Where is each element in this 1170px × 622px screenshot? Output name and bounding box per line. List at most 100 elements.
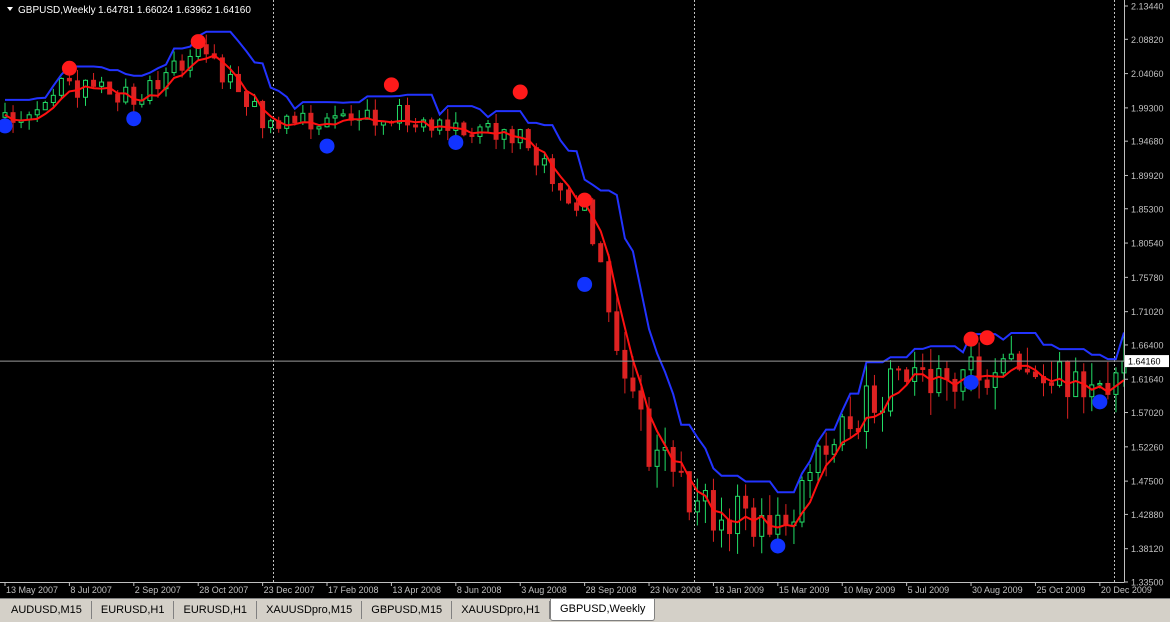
candle-body bbox=[896, 368, 902, 371]
peak-marker bbox=[61, 60, 77, 76]
candle-body bbox=[598, 243, 604, 263]
time-tick-label: 17 Feb 2008 bbox=[328, 585, 379, 595]
candle-body bbox=[1073, 371, 1079, 398]
time-tick-label: 13 May 2007 bbox=[6, 585, 58, 595]
current-price-label: 1.64160 bbox=[1128, 357, 1161, 367]
candle-body bbox=[871, 385, 877, 413]
time-tick-label: 2 Sep 2007 bbox=[135, 585, 181, 595]
candle-body bbox=[743, 495, 749, 509]
chart-tab-xauusdpro-h1[interactable]: XAUUSDpro,H1 bbox=[452, 601, 551, 619]
trough-marker bbox=[770, 538, 786, 554]
trough-marker bbox=[448, 134, 464, 150]
candle-body bbox=[203, 44, 209, 55]
price-tick-label: 1.61640 bbox=[1131, 375, 1164, 385]
peak-marker bbox=[512, 84, 528, 100]
candle-body bbox=[66, 77, 72, 82]
candle-body bbox=[557, 183, 563, 191]
candle-body bbox=[1057, 361, 1063, 386]
candle-body bbox=[888, 368, 894, 412]
candle-body bbox=[147, 80, 153, 101]
candle-body bbox=[155, 80, 161, 90]
candle-body bbox=[10, 112, 16, 123]
time-tick-label: 23 Nov 2008 bbox=[650, 585, 701, 595]
time-tick-label: 8 Jul 2007 bbox=[70, 585, 112, 595]
candle-body bbox=[1089, 384, 1095, 398]
time-tick-label: 3 Aug 2008 bbox=[521, 585, 567, 595]
candle-body bbox=[1065, 361, 1071, 398]
candle-body bbox=[574, 202, 580, 211]
candle-body bbox=[863, 385, 869, 432]
price-tick-label: 1.80540 bbox=[1131, 239, 1164, 249]
trough-marker bbox=[963, 374, 979, 390]
candle-body bbox=[1113, 372, 1119, 395]
price-tick-label: 1.89920 bbox=[1131, 171, 1164, 181]
price-tick-label: 1.99300 bbox=[1131, 103, 1164, 113]
price-chart[interactable]: 2.13440 2.08820 2.04060 1.99300 1.94680 1.899… bbox=[0, 0, 1170, 598]
candle-body bbox=[718, 519, 724, 531]
trough-marker bbox=[319, 138, 335, 154]
trough-marker bbox=[577, 276, 593, 292]
chart-tab-gbpusd-m15[interactable]: GBPUSD,M15 bbox=[362, 601, 453, 619]
price-tick-label: 1.47500 bbox=[1131, 477, 1164, 487]
peak-marker bbox=[383, 77, 399, 93]
price-tick-label: 2.04060 bbox=[1131, 69, 1164, 79]
candle-body bbox=[252, 100, 258, 107]
chart-tab-xauusdpro-m15[interactable]: XAUUSDpro,M15 bbox=[257, 601, 363, 619]
band-markers bbox=[0, 34, 1108, 554]
candle-body bbox=[485, 122, 491, 128]
candle-body bbox=[517, 129, 523, 144]
candle-body bbox=[590, 199, 596, 245]
candle-body bbox=[300, 112, 306, 124]
time-tick-label: 28 Sep 2008 bbox=[586, 585, 637, 595]
candle-body bbox=[775, 514, 781, 535]
candle-body bbox=[823, 445, 829, 455]
candle-body bbox=[50, 94, 56, 103]
price-tick-label: 1.75780 bbox=[1131, 273, 1164, 283]
candle-body bbox=[42, 101, 48, 111]
candle-body bbox=[622, 349, 628, 379]
ohlc-readout: 1.64781 1.66024 1.63962 1.64160 bbox=[98, 5, 251, 16]
chart-tab-gbpusd-weekly[interactable]: GBPUSD,Weekly bbox=[550, 599, 656, 621]
candle-body bbox=[533, 147, 539, 166]
price-tick-label: 1.57020 bbox=[1131, 408, 1164, 418]
candle-body bbox=[638, 390, 644, 410]
candle-body bbox=[847, 416, 853, 430]
candle-body bbox=[735, 495, 741, 535]
chart-tab-eurusd-h1[interactable]: EURUSD,H1 bbox=[174, 601, 258, 619]
candle-body bbox=[751, 507, 757, 537]
candle-body bbox=[340, 113, 346, 117]
candle-body bbox=[292, 115, 298, 124]
candle-body bbox=[445, 119, 451, 131]
time-tick-label: 30 Aug 2009 bbox=[972, 585, 1023, 595]
time-tick-label: 5 Jul 2009 bbox=[908, 585, 950, 595]
candle-body bbox=[493, 122, 499, 140]
candle-body bbox=[606, 261, 612, 313]
candle-body bbox=[984, 379, 990, 388]
triangle-down-icon[interactable] bbox=[7, 7, 13, 11]
chart-axes: 2.13440 2.08820 2.04060 1.99300 1.94680 1.899… bbox=[0, 0, 1169, 595]
candle-body bbox=[34, 109, 40, 116]
chart-window[interactable]: 2.13440 2.08820 2.04060 1.99300 1.94680 1.899… bbox=[0, 0, 1170, 598]
candle-body bbox=[58, 77, 64, 96]
price-tick-label: 1.71020 bbox=[1131, 307, 1164, 317]
candle-body bbox=[324, 117, 330, 128]
time-tick-label: 20 Dec 2009 bbox=[1101, 585, 1152, 595]
candle-body bbox=[694, 500, 700, 513]
chart-grid bbox=[273, 0, 1115, 582]
price-tick-label: 2.08820 bbox=[1131, 35, 1164, 45]
candle-body bbox=[83, 79, 89, 98]
chart-header: GBPUSD,Weekly 1.64781 1.66024 1.63962 1.… bbox=[7, 5, 251, 16]
chart-tab-eurusd-h1[interactable]: EURUSD,H1 bbox=[92, 601, 175, 619]
candle-body bbox=[308, 112, 314, 130]
candle-body bbox=[992, 372, 998, 388]
candle-body bbox=[839, 416, 845, 446]
candle-body bbox=[541, 158, 547, 166]
time-tick-label: 13 Apr 2008 bbox=[392, 585, 441, 595]
candle-body bbox=[171, 60, 177, 74]
time-tick-label: 28 Oct 2007 bbox=[199, 585, 248, 595]
chart-tab-audusd-m15[interactable]: AUDUSD,M15 bbox=[2, 601, 92, 619]
candle-body bbox=[99, 81, 105, 87]
trough-marker bbox=[126, 111, 142, 127]
candle-body bbox=[91, 79, 97, 87]
candle-body bbox=[968, 356, 974, 371]
